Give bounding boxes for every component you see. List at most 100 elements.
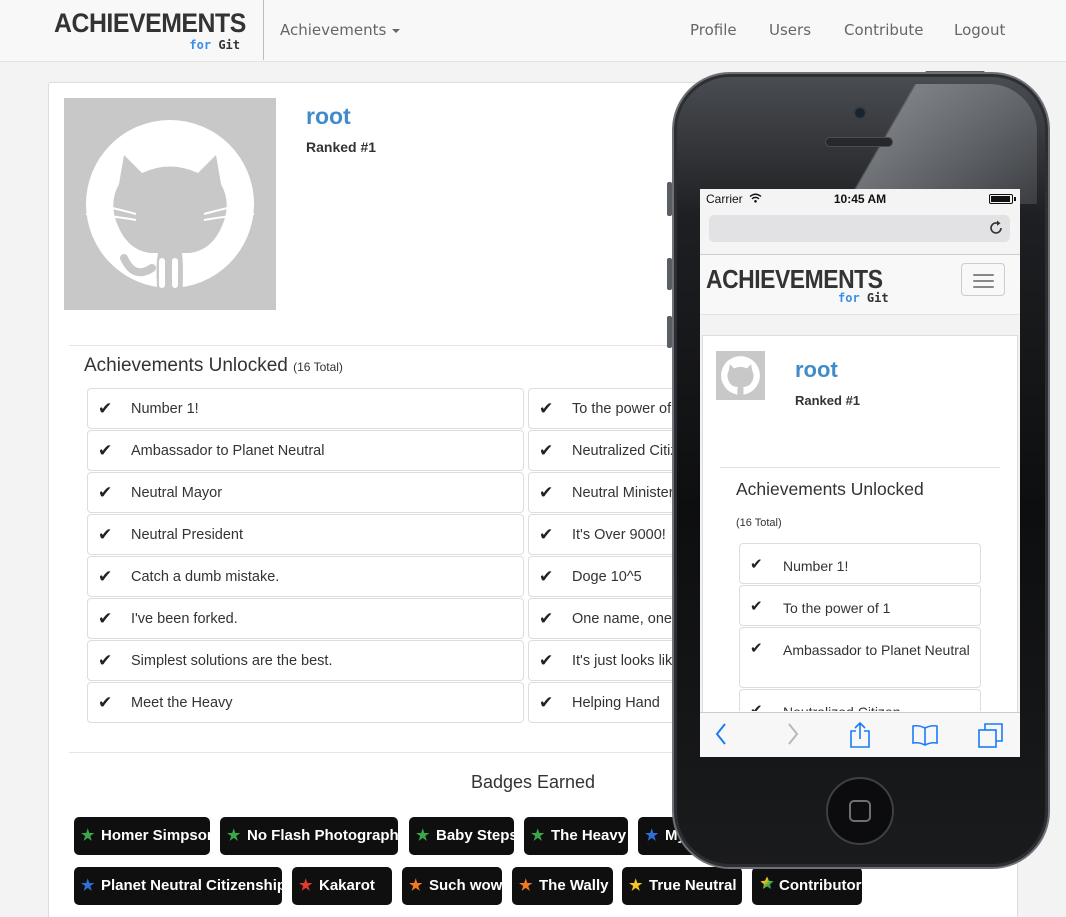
- achievement-label: Simplest solutions are the best.: [131, 653, 333, 669]
- battery-icon: [989, 194, 1016, 204]
- checkmark-icon: ✔: [539, 483, 554, 502]
- nav-link-logout[interactable]: Logout: [954, 21, 1005, 39]
- badge-label: Baby Steps: [436, 827, 514, 844]
- star-icon: ★: [416, 827, 430, 844]
- status-bar: Carrier 10:45 AM: [700, 189, 1020, 209]
- checkmark-icon: ✔: [98, 483, 113, 502]
- browser-chrome: [700, 209, 1020, 255]
- achievements-dropdown[interactable]: Achievements: [280, 21, 401, 39]
- caret-down-icon: [392, 28, 401, 33]
- top-navbar: ACHIEVEMENTS for Git Achievements Profil…: [0, 0, 1066, 62]
- badge-label: Such wow: [429, 877, 502, 894]
- achievement-label: It's just looks like: [572, 653, 681, 669]
- checkmark-icon: ✔: [539, 525, 554, 544]
- mobile-username[interactable]: root: [795, 357, 838, 383]
- checkmark-icon: ✔: [98, 525, 113, 544]
- achievement-label: Helping Hand: [572, 695, 660, 711]
- badge[interactable]: ★ Homer Simpson: [74, 817, 210, 855]
- brand-logo[interactable]: ACHIEVEMENTS for Git: [54, 8, 254, 54]
- mobile-achievements-total: (16 Total): [736, 517, 782, 529]
- avatar: [64, 98, 276, 310]
- badge[interactable]: ★ The Heavy: [524, 817, 628, 855]
- achievement-item: ✔ Neutral President: [87, 514, 524, 555]
- back-icon[interactable]: [714, 722, 728, 746]
- checkmark-icon: ✔: [98, 693, 113, 712]
- star-icon: ★: [81, 827, 95, 844]
- nav-link-users[interactable]: Users: [769, 21, 811, 39]
- checkmark-icon: ✔: [539, 651, 554, 670]
- star-icon: [759, 875, 775, 895]
- star-icon: ★: [409, 877, 423, 894]
- achievement-label: One name, one: [572, 611, 672, 627]
- badge-label: The Wally: [539, 877, 609, 894]
- checkmark-icon: ✔: [539, 399, 554, 418]
- mobile-achievement-label: Number 1!: [783, 558, 849, 574]
- tabs-icon[interactable]: [978, 723, 1004, 749]
- address-bar[interactable]: [709, 215, 1010, 242]
- speaker-grille: [825, 137, 893, 147]
- achievement-item: ✔ Ambassador to Planet Neutral: [87, 430, 524, 471]
- dropdown-label: Achievements: [280, 21, 387, 39]
- checkmark-icon: ✔: [98, 567, 113, 586]
- forward-icon[interactable]: [786, 722, 800, 746]
- mobile-navbar: ACHIEVEMENTS for Git: [700, 255, 1020, 315]
- badge[interactable]: ★ True Neutral: [622, 867, 742, 905]
- checkmark-icon: ✔: [98, 609, 113, 628]
- mobile-achievement-item: ✔ Ambassador to Planet Neutral: [739, 627, 981, 688]
- reload-icon[interactable]: [989, 220, 1004, 236]
- badge[interactable]: ★ Such wow: [402, 867, 502, 905]
- mobile-item-clip: ✔Neutralized Citizen: [739, 689, 981, 711]
- profile-username[interactable]: root: [306, 103, 351, 130]
- nav-link-contribute[interactable]: Contribute: [844, 21, 924, 39]
- camera-icon: [853, 106, 867, 120]
- checkmark-icon: ✔: [98, 399, 113, 418]
- brand-divider: [263, 0, 264, 60]
- badge[interactable]: Contributor: [752, 867, 862, 905]
- achievement-item: ✔ Catch a dumb mistake.: [87, 556, 524, 597]
- star-icon: ★: [299, 877, 313, 894]
- mobile-rank: Ranked #1: [795, 393, 861, 408]
- badge[interactable]: ★ Baby Steps: [409, 817, 514, 855]
- checkmark-icon: ✔: [539, 693, 554, 712]
- badge[interactable]: ★ Planet Neutral Citizenship: [74, 867, 282, 905]
- achievement-label: Meet the Heavy: [131, 695, 233, 711]
- brand-title: ACHIEVEMENTS: [54, 8, 246, 38]
- achievements-title: Achievements Unlocked: [84, 355, 288, 376]
- home-square-icon: [849, 800, 871, 822]
- mobile-achievement-label: To the power of 1: [783, 600, 891, 616]
- badge-label: True Neutral: [649, 877, 737, 894]
- achievement-item: ✔ Simplest solutions are the best.: [87, 640, 524, 681]
- mobile-achievement-label: Neutralized Citizen: [750, 702, 970, 711]
- mobile-achievements-title: Achievements Unlocked: [736, 479, 924, 499]
- mobile-achievement-label: Ambassador to Planet Neutral: [783, 642, 970, 658]
- badge[interactable]: ★ No Flash Photography: [220, 817, 398, 855]
- badge[interactable]: ★ Kakarot: [292, 867, 392, 905]
- checkmark-icon: ✔: [539, 609, 554, 628]
- badge-label: No Flash Photography: [247, 827, 398, 844]
- checkmark-icon: ✔: [539, 441, 554, 460]
- mobile-achievement-item: ✔ To the power of 1: [739, 585, 981, 626]
- hamburger-icon[interactable]: [961, 263, 1005, 296]
- achievement-label: Catch a dumb mistake.: [131, 569, 280, 585]
- checkmark-icon: ✔: [98, 441, 113, 460]
- home-button[interactable]: [826, 777, 894, 845]
- status-time: 10:45 AM: [833, 192, 887, 206]
- nav-link-profile[interactable]: Profile: [690, 21, 737, 39]
- achievement-label: Neutral President: [131, 527, 244, 543]
- achievement-label: Neutral Minister: [572, 485, 674, 501]
- achievement-item: ✔ Neutral Mayor: [87, 472, 524, 513]
- badge-label: Homer Simpson: [101, 827, 210, 844]
- achievement-label: Number 1!: [131, 401, 199, 417]
- star-icon: ★: [81, 877, 95, 894]
- badge-label: Kakarot: [319, 877, 375, 894]
- achievement-label: It's Over 9000!: [572, 527, 666, 543]
- star-icon: ★: [227, 827, 241, 844]
- achievement-label: Ambassador to Planet Neutral: [131, 443, 325, 459]
- achievement-label: Neutral Mayor: [131, 485, 223, 501]
- badge[interactable]: ★ The Wally: [512, 867, 613, 905]
- checkmark-icon: ✔: [539, 567, 554, 586]
- bookmarks-icon[interactable]: [911, 724, 939, 746]
- achievement-item: ✔ Meet the Heavy: [87, 682, 524, 723]
- share-icon[interactable]: [849, 722, 871, 748]
- achievement-label: To the power of 1: [572, 401, 684, 417]
